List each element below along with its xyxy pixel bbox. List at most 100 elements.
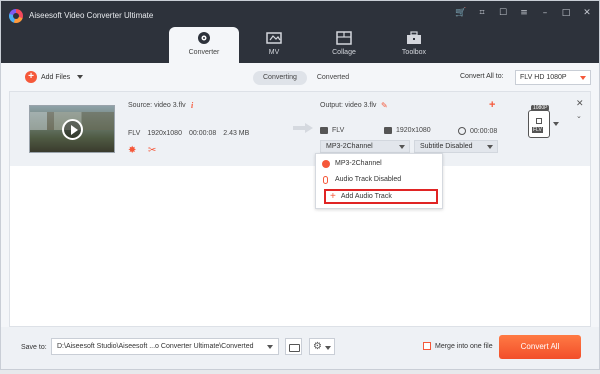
badge-quality: 1080P (531, 105, 550, 111)
status-segment: Converting Converted (253, 71, 359, 85)
bottom-bar: Save to: D:\Aiseesoft Studio\Aiseesoft .… (1, 327, 599, 369)
checkbox-icon[interactable] (423, 342, 431, 350)
arrow-right-icon (293, 123, 313, 133)
remove-file-icon[interactable]: ✕ (576, 99, 584, 109)
edit-tools: ✸ ✂ (128, 146, 158, 156)
info-icon[interactable]: i (191, 101, 193, 110)
tab-converted[interactable]: Converted (307, 71, 359, 85)
dropdown-item-label: Audio Track Disabled (335, 176, 402, 183)
tab-label: Collage (332, 49, 356, 56)
add-icon: + (25, 71, 37, 83)
tab-collage[interactable]: Collage (309, 27, 379, 63)
chevron-down-icon (267, 345, 273, 349)
open-folder-button[interactable] (285, 338, 302, 355)
app-title: Aiseesoft Video Converter Ultimate (29, 11, 154, 20)
output-filename: Output: video 3.flv (320, 102, 377, 109)
clock-icon (458, 127, 466, 135)
source-size: 2.43 MB (223, 130, 250, 137)
mv-icon (266, 32, 282, 44)
badge-format: FLV (532, 127, 543, 133)
plus-icon: + (330, 190, 336, 202)
save-to-label: Save to: (21, 344, 47, 351)
mic-icon (323, 175, 328, 184)
format-value: FLV HD 1080P (520, 74, 567, 81)
collage-icon (336, 31, 352, 45)
close-icon[interactable]: ✕ (581, 7, 593, 19)
tab-converter[interactable]: Converter (169, 27, 239, 63)
output-format-group: FLV (320, 127, 344, 134)
chat-icon[interactable]: ☐ (497, 7, 509, 19)
pencil-icon[interactable]: ✎ (381, 101, 388, 110)
format-icon (536, 118, 542, 124)
subtitle-select[interactable]: Subtitle Disabled (414, 140, 498, 153)
menu-icon[interactable]: ≡ (518, 7, 530, 19)
add-segment-icon[interactable]: + (489, 99, 495, 111)
source-resolution: 1920x1080 (147, 130, 182, 137)
source-meta: FLV 1920x1080 00:00:08 2.43 MB (128, 130, 249, 137)
window-controls: 🛒 ⌗ ☐ ≡ – □ ✕ (455, 7, 593, 19)
convert-all-button[interactable]: Convert All (499, 335, 581, 359)
app-logo-icon (9, 9, 23, 23)
dropdown-item-add-audio[interactable]: + Add Audio Track (324, 189, 438, 204)
converter-icon (198, 32, 210, 44)
audio-track-select[interactable]: MP3-2Channel (320, 140, 410, 153)
expand-icon[interactable]: ⌄ (576, 112, 582, 120)
file-list-panel: Source: video 3.flv i FLV 1920x1080 00:0… (9, 91, 591, 327)
tab-label: MV (268, 49, 280, 56)
convert-all-to-label: Convert All to: (460, 73, 504, 80)
title-bar: Aiseesoft Video Converter Ultimate 🛒 ⌗ ☐… (1, 1, 599, 63)
tab-label: Converter (188, 49, 220, 56)
dropdown-item-disabled[interactable]: Audio Track Disabled (316, 172, 442, 187)
app-window: Aiseesoft Video Converter Ultimate 🛒 ⌗ ☐… (0, 0, 600, 370)
resize-icon (384, 127, 392, 134)
audio-icon (322, 159, 330, 168)
scissors-icon[interactable]: ✂ (148, 146, 158, 156)
output-resolution-group: 1920x1080 (384, 127, 431, 134)
subtitle-value: Subtitle Disabled (420, 143, 473, 150)
status-strip (0, 370, 600, 374)
add-files-label: Add Files (41, 73, 71, 81)
source-format: FLV (128, 130, 141, 137)
save-path-value: D:\Aiseesoft Studio\Aiseesoft ...o Conve… (57, 343, 254, 350)
settings-button[interactable]: ⚙ (309, 338, 335, 355)
output-meta: FLV 1920x1080 00:00:08 (320, 127, 510, 139)
audio-track-dropdown: MP3-2Channel Audio Track Disabled + Add … (315, 153, 443, 209)
convert-all-format-select[interactable]: FLV HD 1080P (515, 70, 591, 85)
output-resolution: 1920x1080 (396, 127, 431, 134)
output-format-badge[interactable]: 1080P FLV (528, 105, 550, 138)
minimize-icon[interactable]: – (539, 7, 551, 19)
toolbar: + Add Files Converting Converted Convert… (9, 68, 591, 88)
chevron-down-icon (487, 145, 493, 149)
cart-icon[interactable]: 🛒 (455, 7, 467, 19)
add-files-button[interactable]: + Add Files (25, 71, 84, 83)
video-thumbnail[interactable] (29, 105, 115, 153)
audio-track-value: MP3-2Channel (326, 143, 373, 150)
gear-icon: ⚙ (313, 341, 322, 352)
save-path-select[interactable]: D:\Aiseesoft Studio\Aiseesoft ...o Conve… (51, 338, 279, 355)
chevron-down-icon (325, 346, 331, 350)
toolbox-icon (407, 31, 421, 44)
dropdown-item-label: MP3-2Channel (335, 160, 382, 167)
output-duration: 00:00:08 (470, 127, 498, 135)
merge-label: Merge into one file (435, 342, 493, 350)
chevron-down-icon[interactable] (553, 122, 559, 126)
merge-checkbox[interactable]: Merge into one file (423, 342, 493, 350)
tab-mv[interactable]: MV (239, 27, 309, 63)
output-duration-group: 00:00:08 (458, 127, 497, 135)
chevron-down-icon (399, 145, 405, 149)
play-icon[interactable] (62, 119, 83, 140)
film-icon (320, 127, 328, 134)
dropdown-item-mp3[interactable]: MP3-2Channel (316, 156, 442, 171)
tab-toolbox[interactable]: Toolbox (379, 27, 449, 63)
source-duration: 00:00:08 (188, 130, 217, 137)
tab-converting[interactable]: Converting (253, 71, 307, 85)
key-icon[interactable]: ⌗ (476, 7, 488, 19)
enhance-icon[interactable]: ✸ (128, 146, 138, 156)
chevron-down-icon[interactable] (77, 75, 84, 79)
tab-label: Toolbox (401, 49, 427, 56)
dropdown-item-label: Add Audio Track (340, 193, 392, 200)
output-format: FLV (332, 127, 345, 134)
main-tabs: Converter MV Collage Toolbox (169, 27, 449, 63)
chevron-down-icon (580, 76, 586, 80)
maximize-icon[interactable]: □ (560, 7, 572, 19)
